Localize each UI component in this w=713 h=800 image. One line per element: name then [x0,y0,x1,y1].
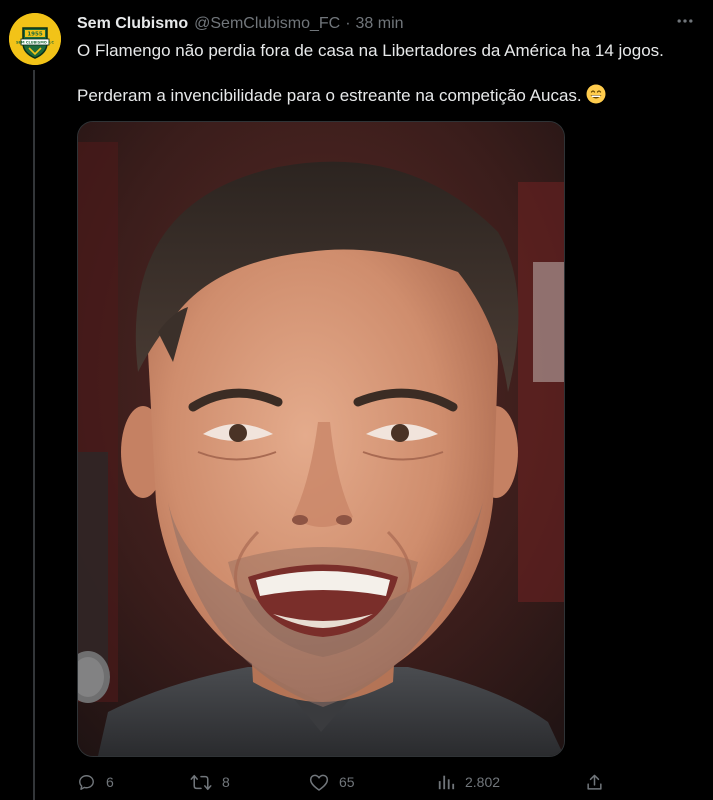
display-name[interactable]: Sem Clubismo [77,15,188,33]
thread-line [33,70,35,800]
more-icon [677,19,693,23]
more-options-button[interactable] [671,9,699,33]
club-crest-icon: 1955 SEM CLUBISMO F.C [9,13,61,65]
timestamp[interactable]: 38 min [356,15,404,33]
retweet-count: 8 [222,774,230,790]
like-count: 65 [339,774,355,790]
share-button[interactable] [585,770,604,794]
views-button[interactable]: 2.802 [437,770,500,794]
tweet-header: Sem Clubismo @SemClubismo_FC · 38 min [77,13,404,35]
svg-text:SEM CLUBISMO F.C: SEM CLUBISMO F.C [16,41,54,45]
reply-icon [79,774,94,790]
tweet[interactable]: 1955 SEM CLUBISMO F.C Sem Clubismo @SemC… [0,0,713,800]
views-icon [438,775,455,790]
like-icon [309,774,329,791]
retweet-button[interactable]: 8 [190,770,230,794]
tweet-text-span: Perderam a invencibilidade para o estrea… [77,86,582,105]
tweet-text: O Flamengo não perdia fora de casa na Li… [77,40,697,110]
grinning-emoji-icon [586,84,606,110]
tweet-text-line: Perderam a invencibilidade para o estrea… [77,84,697,110]
retweet-icon [190,774,212,790]
reply-count: 6 [106,774,114,790]
separator-dot: · [345,15,351,32]
reply-button[interactable]: 6 [77,770,114,794]
like-button[interactable]: 65 [309,770,355,794]
tweet-text-line: O Flamengo não perdia fora de casa na Li… [77,41,664,60]
user-handle[interactable]: @SemClubismo_FC [194,15,340,33]
photo-smiling-man [78,122,564,756]
tweet-actions: 6 8 65 2.802 [77,770,607,794]
avatar[interactable]: 1955 SEM CLUBISMO F.C [9,13,61,65]
views-count: 2.802 [465,774,501,790]
share-icon [587,774,602,790]
tweet-media-photo[interactable] [77,121,565,757]
svg-text:1955: 1955 [27,32,42,38]
